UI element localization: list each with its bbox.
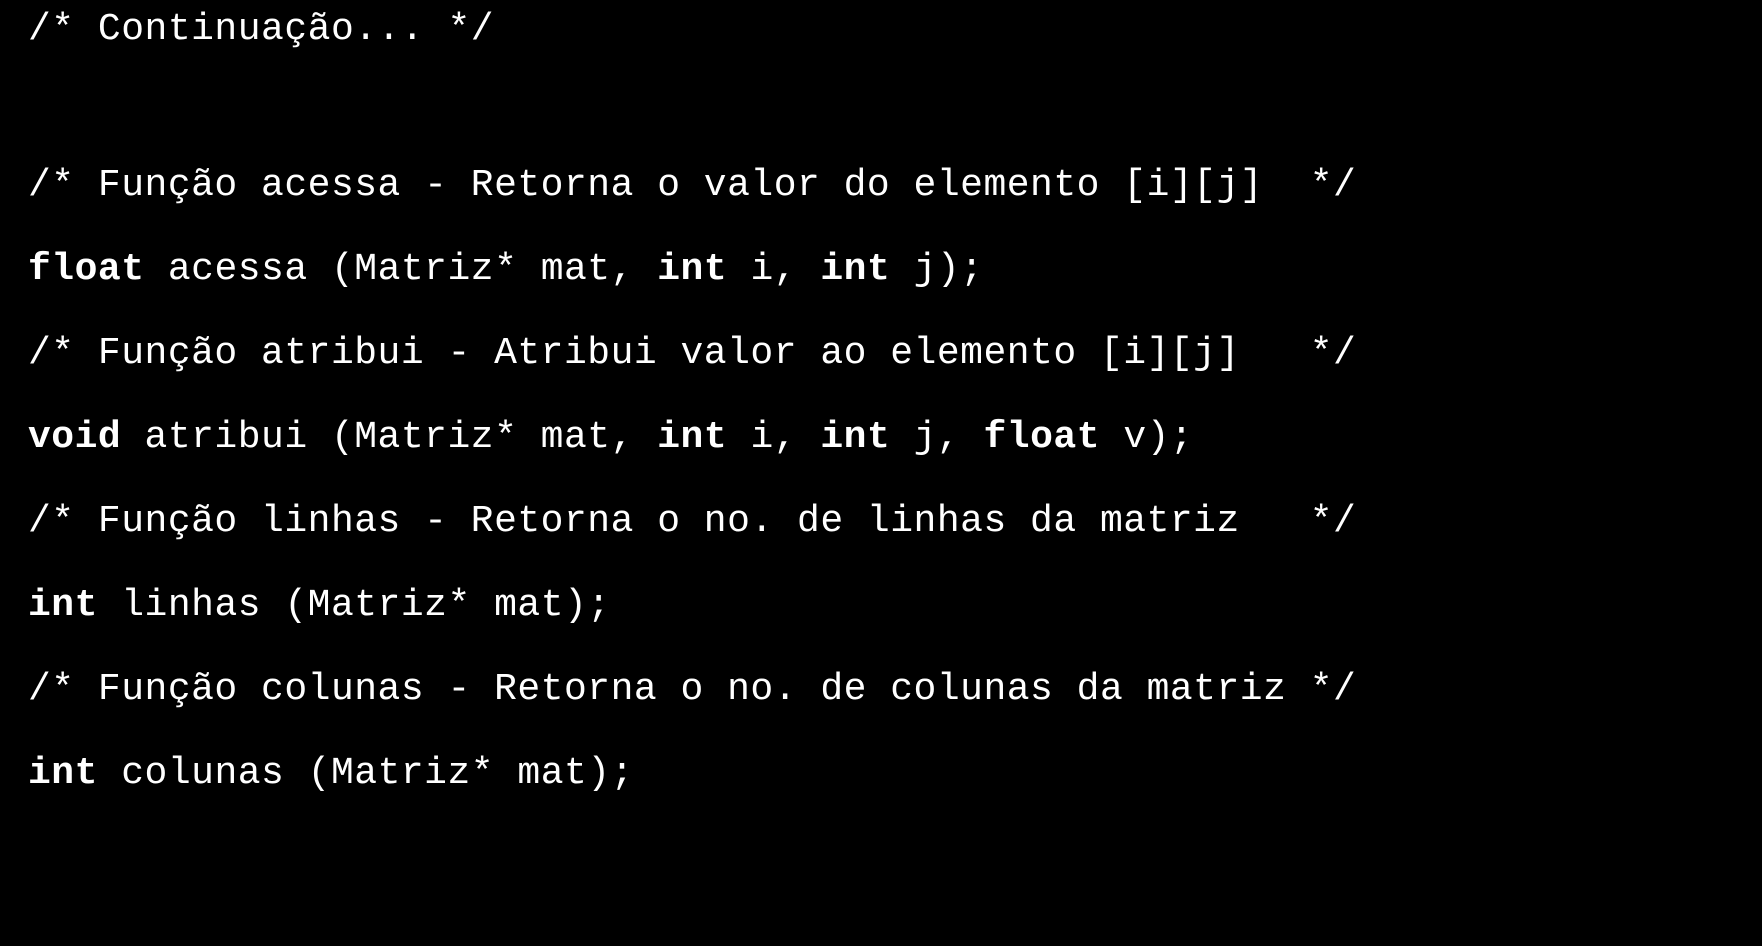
code-keyword: int xyxy=(820,248,890,291)
code-text: linhas (Matriz* mat); xyxy=(98,584,611,627)
code-text: acessa (Matriz* mat, xyxy=(145,248,658,291)
code-line: float acessa (Matriz* mat, int i, int j)… xyxy=(0,228,1762,312)
code-keyword: float xyxy=(28,248,145,291)
code-line: int linhas (Matriz* mat); xyxy=(0,564,1762,648)
code-line: /* Função linhas - Retorna o no. de linh… xyxy=(0,480,1762,564)
code-keyword: int xyxy=(657,416,727,459)
code-keyword: float xyxy=(984,416,1101,459)
code-text: v); xyxy=(1100,416,1193,459)
code-line: /* Função colunas - Retorna o no. de col… xyxy=(0,648,1762,732)
code-text: /* Função atribui - Atribui valor ao ele… xyxy=(28,332,1356,375)
code-text: /* Função linhas - Retorna o no. de linh… xyxy=(28,500,1356,543)
code-block: /* Continuação... */ /* Função acessa - R… xyxy=(0,0,1762,816)
code-text: /* Função acessa - Retorna o valor do el… xyxy=(28,164,1356,207)
code-keyword: int xyxy=(28,752,98,795)
code-text: colunas (Matriz* mat); xyxy=(98,752,634,795)
code-keyword: void xyxy=(28,416,121,459)
code-line: /* Função acessa - Retorna o valor do el… xyxy=(0,144,1762,228)
code-keyword: int xyxy=(657,248,727,291)
code-line xyxy=(0,60,1762,144)
code-line: int colunas (Matriz* mat); xyxy=(0,732,1762,816)
code-text: j); xyxy=(890,248,983,291)
code-line: /* Função atribui - Atribui valor ao ele… xyxy=(0,312,1762,396)
code-keyword: int xyxy=(820,416,890,459)
code-line: /* Continuação... */ xyxy=(0,0,1762,60)
code-keyword: int xyxy=(28,584,98,627)
code-text: /* Função colunas - Retorna o no. de col… xyxy=(28,668,1356,711)
code-text: atribui (Matriz* mat, xyxy=(121,416,657,459)
code-text: i, xyxy=(727,248,820,291)
code-line: void atribui (Matriz* mat, int i, int j,… xyxy=(0,396,1762,480)
code-text: /* Continuação... */ xyxy=(28,8,494,51)
code-text: i, xyxy=(727,416,820,459)
code-text: j, xyxy=(890,416,983,459)
